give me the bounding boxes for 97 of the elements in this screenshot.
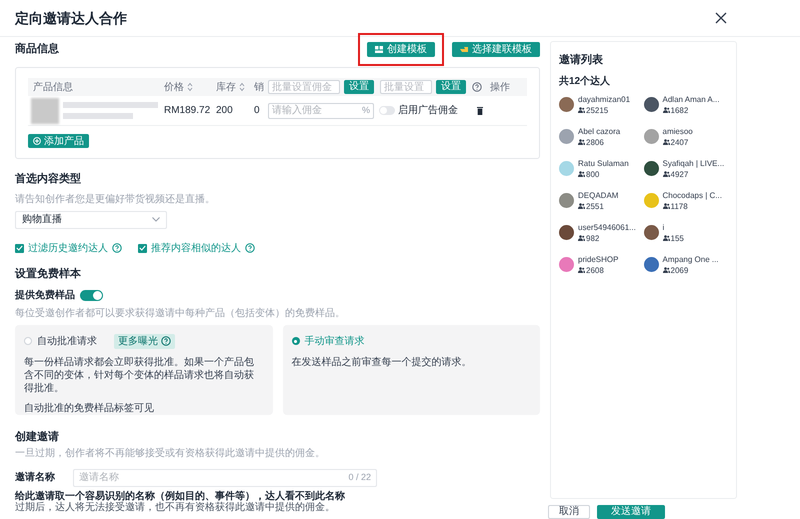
people-icon	[578, 171, 585, 177]
checkmark-icon	[16, 245, 23, 251]
follower-count: 2608	[586, 264, 604, 276]
grid-icon	[375, 44, 383, 54]
follower-count: 982	[586, 232, 600, 244]
table-cell-text: 0	[254, 104, 261, 118]
people-icon	[578, 107, 585, 113]
creator-name: Chocodaps | C...	[662, 190, 722, 200]
follower-count: 1682	[670, 104, 688, 116]
follower-count: 155	[670, 232, 684, 244]
template-button[interactable]: 选择建联模板	[452, 42, 540, 56]
cancel-button[interactable]: 取消	[548, 505, 590, 519]
creator-name: dayahmizan01	[578, 94, 630, 104]
set-button[interactable]: 设置	[344, 80, 374, 94]
bulk-input[interactable]: 批量设置佣金	[268, 80, 340, 94]
people-icon	[578, 139, 585, 145]
follower-count: 2551	[586, 200, 604, 212]
follower-count: 2806	[586, 136, 604, 148]
photo-placeholder	[31, 98, 59, 124]
toggle-label: 启用广告佣金	[398, 104, 458, 118]
follower-count: 2069	[670, 264, 688, 276]
creator-name: Adlan Aman A...	[662, 94, 720, 104]
bulk-input[interactable]: 批量设置	[380, 80, 432, 94]
template-button[interactable]: 创建模板	[367, 42, 435, 56]
badge-text: 更多曝光	[118, 334, 158, 348]
checkbox[interactable]	[15, 244, 24, 252]
follower-count: 25215	[586, 104, 608, 116]
creator-name: i	[662, 222, 666, 232]
close-icon[interactable]	[715, 12, 727, 24]
checkmark-icon	[139, 245, 146, 251]
trash-icon[interactable]	[477, 106, 483, 114]
people-icon	[662, 267, 670, 273]
creator-name: Ampang One ...	[662, 254, 719, 264]
option-description: 在发送样品之前审查每一个提交的请求。	[292, 356, 472, 369]
set-button[interactable]: 设置	[436, 80, 466, 94]
checkbox[interactable]	[138, 244, 147, 252]
creator-name: Syafiqah | LIVE...	[662, 158, 724, 168]
checkbox-label: 推荐内容相似的达人	[151, 242, 241, 256]
field-label: 邀请名称	[15, 470, 56, 485]
people-icon	[578, 203, 585, 209]
hint-text: 每位受邀创作者都可以要求获得邀请中每种产品（包括变体）的免费样品。	[15, 306, 346, 321]
radio-label: 自动批准请求	[37, 334, 97, 348]
toggle-switch[interactable]	[80, 290, 103, 301]
radio-label: 手动审查请求	[304, 334, 364, 348]
help-icon	[161, 336, 171, 346]
column-header: 产品信息	[33, 80, 73, 94]
section-title: 商品信息	[15, 42, 59, 57]
checkbox-label: 过滤历史邀约达人	[28, 242, 108, 256]
option-description: 每一份样品请求都会立即获得批准。如果一个产品包含不同的变体，针对每个变体的样品请求也将自动获得批准。	[24, 356, 255, 395]
column-header: 操作	[490, 80, 510, 94]
follower-count: 800	[586, 168, 600, 180]
column-header: 库存	[216, 80, 236, 94]
panel-title: 邀请列表	[559, 52, 604, 68]
help-text: 给此邀请取一个容易识别的名称（例如目的、事件等），达人看不到此名称	[15, 490, 346, 502]
toggle-label: 提供免费样品	[15, 288, 75, 303]
creator-name: Abel cazora	[578, 126, 620, 136]
column-header: 销	[254, 80, 264, 94]
people-icon	[662, 139, 670, 145]
invitation-name-field[interactable]: 邀请名称 0 / 22	[73, 468, 377, 486]
people-icon	[662, 107, 670, 113]
content-type-select[interactable]: 购物直播	[15, 210, 167, 228]
creator-name: DEQADAM	[578, 190, 618, 200]
creator-name: Ratu Sulaman	[578, 158, 629, 168]
option-note: 自动批准的免费样品标签可见	[24, 402, 155, 416]
radio-button[interactable]	[24, 337, 32, 345]
radio-button[interactable]	[292, 337, 300, 345]
people-icon	[662, 235, 670, 241]
section-title: 首选内容类型	[15, 172, 82, 187]
hint-text: 一旦过期，创作者将不再能够接受或有资格获得此邀请中提供的佣金。	[15, 446, 326, 460]
help-icon	[112, 243, 122, 253]
follower-count: 4927	[670, 168, 688, 180]
plus-circle-icon	[33, 137, 41, 145]
help-icon	[245, 243, 255, 253]
chevron-down-icon	[152, 217, 160, 222]
help-text: 过期后，达人将无法接受邀请，也不再有资格获得此邀请中提供的佣金。	[15, 502, 336, 512]
creator-name: user54946061...	[578, 222, 636, 232]
people-icon	[578, 235, 585, 241]
people-icon	[578, 267, 585, 273]
toggle-switch[interactable]	[379, 106, 395, 115]
creator-name: amiesoo	[662, 126, 693, 136]
section-title: 创建邀请	[15, 430, 60, 445]
help-icon	[472, 82, 482, 92]
table-cell-text: 200	[216, 104, 234, 118]
send-button[interactable]: 发送邀请	[597, 505, 665, 519]
creator-name: prideSHOP	[578, 254, 618, 264]
people-icon	[662, 203, 670, 209]
column-header: 价格	[164, 80, 184, 94]
add-product-button[interactable]: 添加产品	[28, 134, 89, 148]
section-title: 设置免费样本	[15, 266, 82, 282]
follower-count: 2407	[670, 136, 688, 148]
table-cell-text: RM189.72	[164, 104, 212, 118]
commission-input[interactable]: 请输入佣金 %	[268, 102, 374, 118]
follower-count: 1178	[670, 200, 688, 212]
hint-text: 请告知创作者您是更偏好带货视频还是直播。	[15, 192, 216, 206]
creator-count: 共12个达人	[559, 74, 612, 88]
window-title: 定向邀请达人合作	[15, 8, 127, 28]
people-icon	[662, 171, 670, 177]
